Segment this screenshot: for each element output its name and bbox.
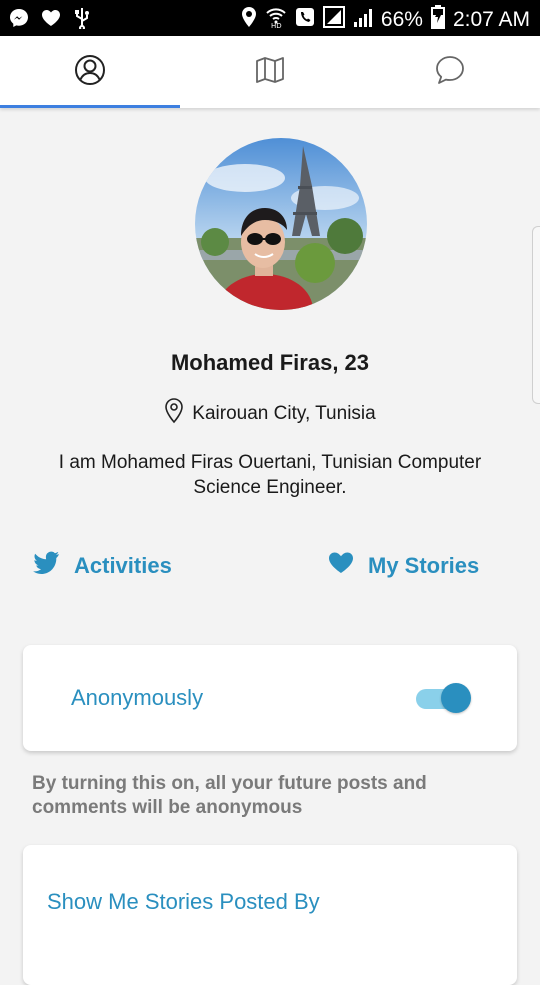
anonymous-card: Anonymously xyxy=(23,645,517,751)
stories-filter-card: Show Me Stories Posted By xyxy=(23,845,517,985)
status-bar: HD 66% 2:07 AM xyxy=(0,0,540,36)
wifi-calling-icon: HD xyxy=(265,6,287,33)
heart-filled-icon xyxy=(328,551,354,581)
status-bar-left xyxy=(8,7,92,34)
chat-icon xyxy=(434,54,466,91)
my-stories-label: My Stories xyxy=(368,553,480,578)
profile-icon xyxy=(74,54,106,91)
tab-chat[interactable] xyxy=(360,36,540,108)
location-pin-icon xyxy=(164,398,184,430)
battery-percent: 66% xyxy=(380,7,423,31)
tab-active-indicator xyxy=(0,105,180,108)
messenger-icon xyxy=(8,7,30,34)
phone-icon xyxy=(295,6,315,33)
anonymous-toggle[interactable] xyxy=(416,683,472,713)
avatar[interactable] xyxy=(195,138,367,310)
activities-button[interactable]: Activities xyxy=(32,548,172,584)
svg-text:HD: HD xyxy=(271,22,282,28)
top-tab-bar xyxy=(0,36,540,108)
profile-location: Kairouan City, Tunisia xyxy=(0,398,540,430)
my-stories-button[interactable]: My Stories xyxy=(328,548,479,584)
heart-icon xyxy=(40,7,62,34)
twitter-bird-icon xyxy=(32,551,60,581)
anonymous-helper-text: By turning this on, all your future post… xyxy=(32,773,427,818)
activities-label: Activities xyxy=(74,553,172,578)
battery-icon xyxy=(430,5,445,34)
tab-map[interactable] xyxy=(180,36,360,108)
stories-filter-label: Show Me Stories Posted By xyxy=(47,889,320,914)
usb-icon xyxy=(72,7,92,34)
signal-bars-icon xyxy=(353,6,373,33)
signal-icon xyxy=(322,6,345,33)
status-bar-right: HD 66% 2:07 AM xyxy=(241,5,530,34)
scroll-handle[interactable] xyxy=(532,226,540,404)
status-time: 2:07 AM xyxy=(452,7,530,31)
anonymous-label: Anonymously xyxy=(71,685,204,710)
location-text: Kairouan City, Tunisia xyxy=(192,403,376,424)
profile-bio: I am Mohamed Firas Ouertani, Tunisian Co… xyxy=(58,452,482,498)
map-icon xyxy=(254,54,286,91)
toggle-thumb xyxy=(441,683,471,713)
profile-name: Mohamed Firas, 23 xyxy=(170,350,370,375)
tab-profile[interactable] xyxy=(0,36,180,108)
location-icon xyxy=(241,6,257,33)
